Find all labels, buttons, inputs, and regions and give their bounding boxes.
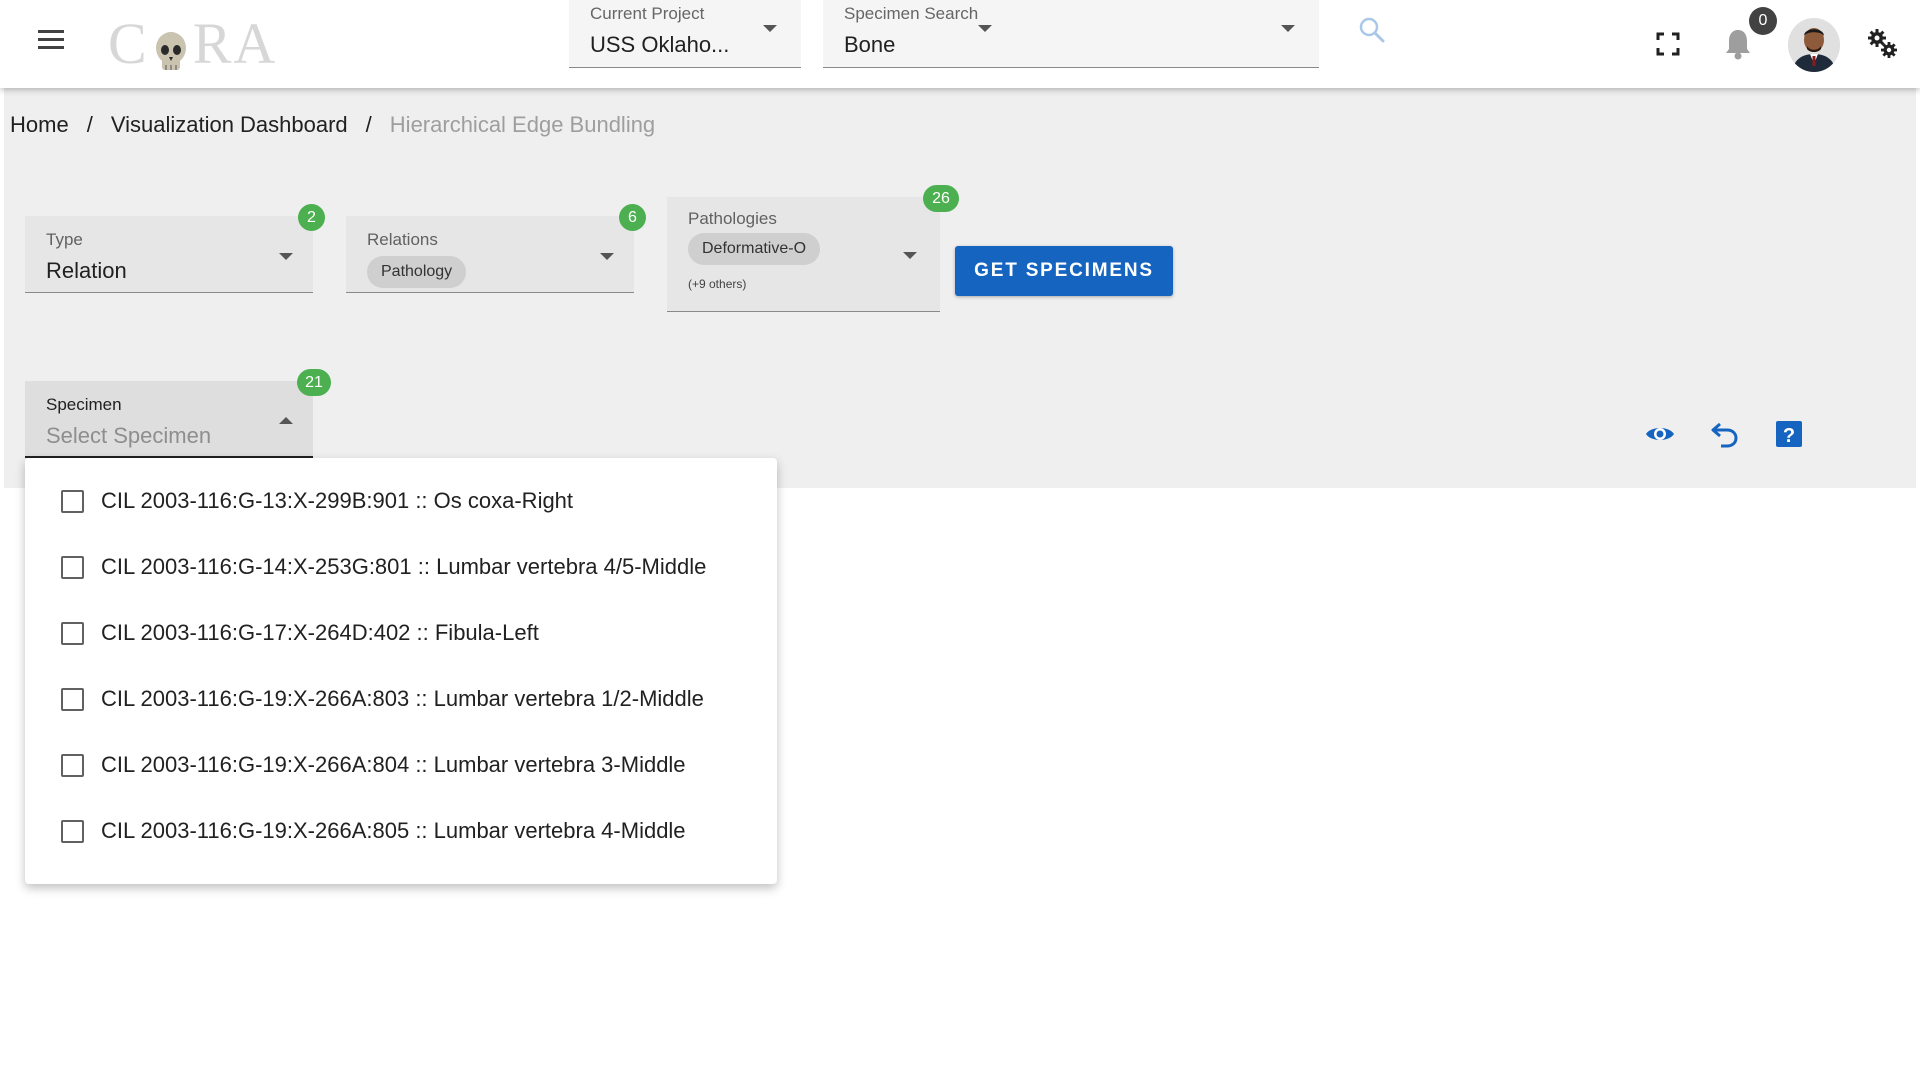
checkbox[interactable]	[61, 687, 84, 711]
specimen-option[interactable]: CIL 2003-116:G-14:X-253G:801 :: Lumbar v…	[25, 534, 777, 600]
type-count-badge: 2	[298, 204, 325, 231]
visualization-panel: Home / Visualization Dashboard / Hierarc…	[4, 88, 1916, 488]
fullscreen-icon[interactable]	[1655, 31, 1681, 62]
chevron-down-icon	[600, 253, 614, 260]
breadcrumb: Home / Visualization Dashboard / Hierarc…	[10, 112, 655, 138]
breadcrumb-current: Hierarchical Edge Bundling	[389, 112, 656, 137]
specimen-option-label: CIL 2003-116:G-19:X-266A:805 :: Lumbar v…	[101, 818, 686, 843]
checkbox[interactable]	[61, 621, 84, 645]
checkbox[interactable]	[61, 489, 84, 513]
breadcrumb-separator: /	[365, 112, 372, 137]
specimen-select[interactable]: Specimen Select Specimen	[25, 381, 313, 458]
skull-icon	[151, 21, 191, 70]
search-icon[interactable]	[1358, 16, 1386, 44]
relations-select[interactable]: Relations Pathology	[346, 216, 634, 293]
breadcrumb-visualization-dashboard[interactable]: Visualization Dashboard	[111, 112, 348, 138]
pathologies-label: Pathologies	[688, 209, 777, 228]
cora-logo[interactable]: C RA	[108, 11, 277, 76]
undo-icon[interactable]	[1709, 418, 1741, 450]
checkbox[interactable]	[61, 819, 84, 843]
breadcrumb-home[interactable]: Home	[10, 112, 69, 138]
specimen-option-label: CIL 2003-116:G-19:X-266A:804 :: Lumbar v…	[101, 752, 686, 777]
specimen-search-label: Specimen Search	[844, 4, 979, 23]
specimen-count-badge: 21	[297, 369, 331, 396]
svg-text:?: ?	[1783, 425, 1795, 447]
specimen-option[interactable]: CIL 2003-116:G-19:X-266A:803 :: Lumbar v…	[25, 666, 777, 732]
specimen-option-label: CIL 2003-116:G-13:X-299B:901 :: Os coxa-…	[101, 488, 574, 513]
pathologies-chip[interactable]: Deformative-O	[688, 233, 821, 265]
specimen-option[interactable]: CIL 2003-116:G-19:X-266A:805 :: Lumbar v…	[25, 798, 777, 864]
pathologies-select[interactable]: Pathologies Deformative-O (+9 others)	[667, 197, 940, 312]
specimen-option[interactable]: CIL 2003-116:G-19:X-266A:804 :: Lumbar v…	[25, 732, 777, 798]
type-label: Type	[46, 230, 83, 249]
chevron-up-icon	[279, 417, 293, 424]
current-project-select[interactable]: Current Project USS Oklaho...	[569, 0, 801, 68]
breadcrumb-separator: /	[86, 112, 93, 137]
relations-chip[interactable]: Pathology	[367, 256, 467, 288]
menu-icon[interactable]	[38, 30, 64, 56]
top-app-bar: C RA Current Project USS Oklaho... Speci…	[0, 0, 1920, 88]
get-specimens-button[interactable]: GET SPECIMENS	[955, 246, 1173, 296]
specimen-label: Specimen	[46, 395, 122, 414]
specimen-option-label: CIL 2003-116:G-17:X-264D:402 :: Fibula-L…	[101, 620, 539, 645]
settings-gears-icon[interactable]	[1866, 27, 1898, 64]
type-select[interactable]: Type Relation	[25, 216, 313, 293]
specimen-dropdown-menu: CIL 2003-116:G-13:X-299B:901 :: Os coxa-…	[25, 458, 777, 884]
pathologies-more-text: (+9 others)	[688, 277, 747, 291]
specimen-placeholder: Select Specimen	[46, 423, 212, 448]
chevron-down-icon	[978, 25, 992, 32]
specimen-option[interactable]: CIL 2003-116:G-13:X-299B:901 :: Os coxa-…	[25, 468, 777, 534]
current-project-label: Current Project	[590, 4, 705, 23]
eye-icon[interactable]	[1644, 418, 1676, 450]
help-icon[interactable]: ?	[1774, 419, 1806, 451]
pathologies-count-badge: 26	[923, 185, 959, 212]
specimen-search-select[interactable]: Specimen Search Bone	[823, 0, 1319, 68]
specimen-option-label: CIL 2003-116:G-19:X-266A:803 :: Lumbar v…	[101, 686, 704, 711]
checkbox[interactable]	[61, 753, 84, 777]
current-project-value: USS Oklaho...	[590, 32, 730, 57]
chevron-down-icon	[903, 252, 917, 259]
chevron-down-icon	[1281, 25, 1295, 32]
specimen-option[interactable]: CIL 2003-116:G-17:X-264D:402 :: Fibula-L…	[25, 600, 777, 666]
bell-icon[interactable]	[1724, 28, 1752, 65]
relations-label: Relations	[367, 230, 438, 249]
chevron-down-icon	[763, 25, 777, 32]
avatar[interactable]	[1788, 18, 1840, 72]
checkbox[interactable]	[61, 555, 84, 579]
chevron-down-icon	[279, 253, 293, 260]
specimen-option-label: CIL 2003-116:G-14:X-253G:801 :: Lumbar v…	[101, 554, 707, 579]
specimen-search-value: Bone	[844, 32, 896, 57]
relations-count-badge: 6	[619, 204, 646, 231]
notification-count-badge: 0	[1749, 7, 1777, 35]
type-value: Relation	[46, 258, 127, 283]
